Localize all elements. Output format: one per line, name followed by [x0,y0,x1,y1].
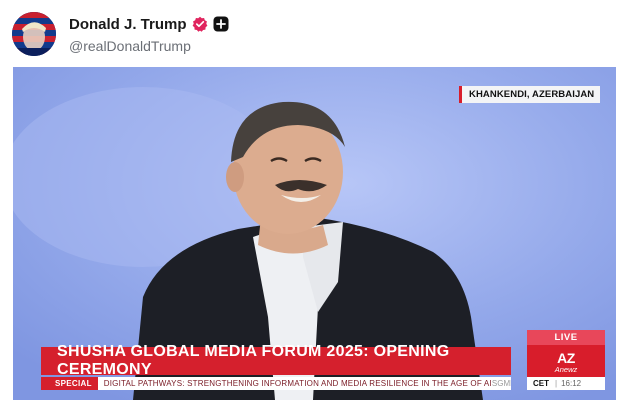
plus-icon[interactable] [213,16,229,32]
clock-timezone: CET [533,379,549,388]
avatar[interactable] [12,12,56,56]
location-badge: KHANKENDI, AZERBAIJAN [459,86,601,103]
name-row: Donald J. Trump [69,14,229,34]
channel-logo-mark: AZ [557,349,575,366]
ticker-extra: SGMF [491,379,511,388]
video-player[interactable]: KHANKENDI, AZERBAIJAN LIVE SHUSHA GLOBAL… [13,67,616,400]
headline-bar: SHUSHA GLOBAL MEDIA FORUM 2025: OPENING … [41,343,511,378]
ticker-tag: SPECIAL [41,377,98,390]
avatar-image [12,12,56,56]
news-ticker: SPECIAL DIGITAL PATHWAYS: STRENGTHENING … [41,377,511,390]
clock-time: 16:12 [561,379,582,388]
live-badge: LIVE [527,330,605,345]
ticker-text: DIGITAL PATHWAYS: STRENGTHENING INFORMAT… [103,379,492,388]
user-handle[interactable]: @realDonaldTrump [69,38,191,54]
channel-logo-name: Anewz [554,364,578,374]
channel-logo: AZ Anewz [527,345,605,379]
broadcast-clock: CET | 16:12 [527,377,605,390]
display-name[interactable]: Donald J. Trump [69,16,187,33]
post-header: Donald J. Trump @realDonaldTrump [0,0,637,66]
verified-badge-icon [192,16,208,32]
